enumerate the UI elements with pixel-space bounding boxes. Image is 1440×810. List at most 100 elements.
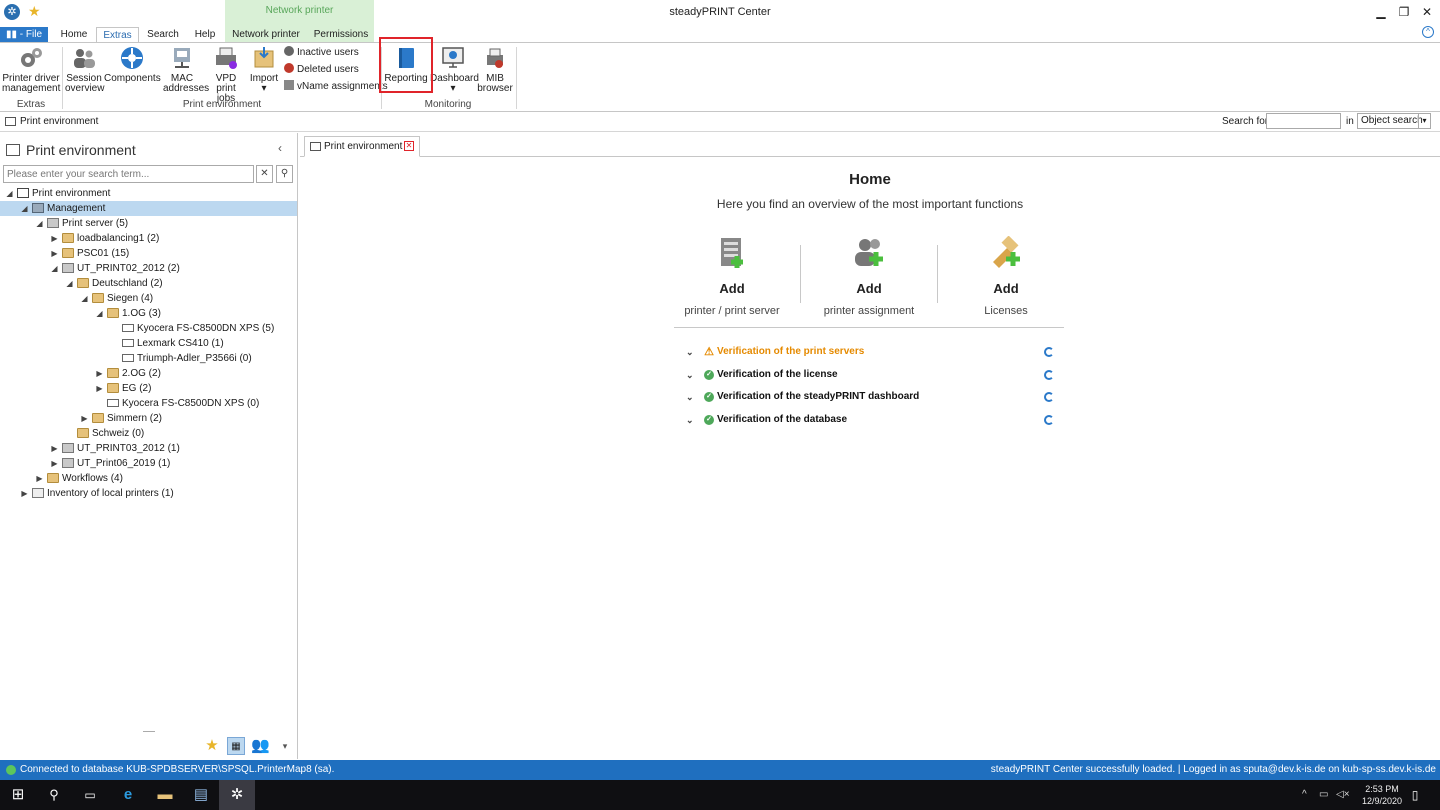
collapse-arrow-icon[interactable]: ◢ — [20, 201, 29, 216]
collapse-arrow-icon[interactable]: ◢ — [95, 306, 104, 321]
add-printer-server-card[interactable]: Add printer / print server — [667, 236, 797, 317]
tree-node[interactable]: ▶ loadbalancing1 (2) — [0, 231, 297, 246]
expand-arrow-icon[interactable]: ▶ — [95, 366, 104, 381]
tree-node[interactable]: ◢ Print server (5) — [0, 216, 297, 231]
tree-node[interactable]: ▶ EG (2) — [0, 381, 297, 396]
file-menu-button[interactable]: ▮▮ - File — [0, 27, 48, 42]
expand-arrow-icon[interactable]: ▶ — [20, 486, 29, 501]
favorites-star-icon[interactable]: ★ — [203, 737, 221, 755]
tab-print-environment[interactable]: Print environment ✕ — [304, 136, 420, 157]
expand-arrow-icon[interactable]: ▶ — [35, 471, 44, 486]
tree-node[interactable]: ▶ Inventory of local printers (1) — [0, 486, 297, 501]
notifications-icon[interactable]: ▯ — [1400, 780, 1430, 810]
expand-arrow-icon[interactable]: ▶ — [50, 456, 59, 471]
collapse-arrow-icon[interactable]: ◢ — [65, 276, 74, 291]
tree-node[interactable]: Lexmark CS410 (1) — [0, 336, 297, 351]
tree-node[interactable]: ◢ UT_PRINT02_2012 (2) — [0, 261, 297, 276]
collapse-arrow-icon[interactable]: ◢ — [35, 216, 44, 231]
print-environment-view-icon[interactable]: ▦ — [227, 737, 245, 755]
tab-extras[interactable]: Extras — [96, 27, 139, 43]
refresh-icon[interactable] — [1044, 369, 1054, 380]
verification-row[interactable]: ⌄ ✓ Verification of the steadyPRINT dashbo… — [686, 389, 1056, 405]
panel-title: Print environment — [26, 142, 136, 158]
tab-home[interactable]: Home — [56, 27, 92, 43]
expand-arrow-icon[interactable]: ▶ — [50, 246, 59, 261]
users-view-icon[interactable]: 👥 — [251, 737, 270, 755]
printer-driver-management-button[interactable]: Printer driver management — [2, 45, 60, 94]
close-button[interactable]: ✕ — [1416, 2, 1438, 22]
start-windows-icon[interactable]: ⊞ — [0, 780, 36, 810]
tree-node[interactable]: ▶ UT_Print06_2019 (1) — [0, 456, 297, 471]
refresh-icon[interactable] — [1044, 414, 1054, 425]
tree-node[interactable]: ◢ Print environment — [0, 186, 297, 201]
expand-arrow-icon[interactable]: ▶ — [95, 381, 104, 396]
tab-help[interactable]: Help — [188, 27, 222, 43]
file-explorer-icon[interactable]: ▬ — [147, 780, 183, 810]
verification-row[interactable]: ⌄ ⚠ Verification of the print servers — [686, 344, 1056, 360]
verification-row[interactable]: ⌄ ✓ Verification of the database — [686, 412, 1056, 428]
collapse-panel-icon[interactable]: ‹ — [278, 141, 282, 155]
tree-node[interactable]: ◢ 1.OG (3) — [0, 306, 297, 321]
tree-node[interactable]: ▶ PSC01 (15) — [0, 246, 297, 261]
collapse-arrow-icon[interactable]: ◢ — [5, 186, 14, 201]
more-views-dropdown-icon[interactable]: ▾ — [276, 737, 294, 755]
expand-arrow-icon[interactable]: ▶ — [50, 231, 59, 246]
refresh-icon[interactable] — [1044, 392, 1054, 402]
chevron-down-icon[interactable]: ⌄ — [686, 367, 694, 383]
vpd-print-jobs-button[interactable]: VPD print jobs — [205, 45, 247, 104]
internet-explorer-icon[interactable]: e — [110, 780, 146, 810]
network-icon[interactable]: ▭ — [1319, 789, 1328, 800]
add-printer-assignment-card[interactable]: Add printer assignment — [804, 236, 934, 317]
collapse-arrow-icon[interactable]: ◢ — [50, 261, 59, 276]
clear-search-icon[interactable]: ✕ — [256, 165, 273, 183]
tree-node[interactable]: ▶ 2.OG (2) — [0, 366, 297, 381]
dashboard-button[interactable]: Dashboard ▾ — [430, 45, 479, 94]
vname-assignments-button[interactable]: vName assignments — [284, 80, 388, 94]
mac-addresses-button[interactable]: MAC addresses — [163, 45, 209, 94]
expand-arrow-icon[interactable]: ▶ — [80, 411, 89, 426]
server-manager-icon[interactable]: ▤ — [183, 780, 219, 810]
volume-icon[interactable]: ◁× — [1336, 789, 1350, 800]
components-button[interactable]: Components — [104, 45, 161, 84]
tab-permissions[interactable]: Permissions — [310, 27, 372, 43]
mib-browser-button[interactable]: MIB browser — [477, 45, 513, 94]
collapse-ribbon-icon[interactable]: ^ — [1422, 26, 1434, 38]
tab-search[interactable]: Search — [144, 27, 182, 43]
breadcrumb[interactable]: Print environment — [20, 116, 98, 127]
clock[interactable]: 2:53 PM 12/9/2020 — [1362, 783, 1402, 807]
chevron-down-icon[interactable]: ⌄ — [686, 389, 694, 405]
close-tab-icon[interactable]: ✕ — [404, 141, 414, 151]
minimize-button[interactable]: ▁ — [1370, 2, 1392, 22]
add-licenses-card[interactable]: Add Licenses — [941, 235, 1071, 317]
search-icon[interactable]: ⚲ — [36, 780, 72, 810]
tree-node[interactable]: ▶ UT_PRINT03_2012 (1) — [0, 441, 297, 456]
tree-node[interactable]: ◢ Siegen (4) — [0, 291, 297, 306]
tree-node[interactable]: Kyocera FS-C8500DN XPS (0) — [0, 396, 297, 411]
expand-arrow-icon[interactable]: ▶ — [50, 441, 59, 456]
tree-node[interactable]: Schweiz (0) — [0, 426, 297, 441]
tree-node[interactable]: ▶ Simmern (2) — [0, 411, 297, 426]
search-scope-select[interactable]: Object search ▾ — [1357, 113, 1431, 129]
session-overview-button[interactable]: Session overview — [65, 45, 104, 94]
restore-button[interactable]: ❐ — [1393, 2, 1415, 22]
tree-node[interactable]: ◢ Management — [0, 201, 297, 216]
tree-node[interactable]: ◢ Deutschland (2) — [0, 276, 297, 291]
search-icon[interactable]: ⚲ — [276, 165, 293, 183]
inactive-users-button[interactable]: Inactive users — [284, 46, 359, 60]
deleted-users-button[interactable]: Deleted users — [284, 63, 359, 77]
tree-search-input[interactable]: Please enter your search term... — [3, 165, 254, 183]
import-button[interactable]: Import ▾ — [248, 45, 280, 94]
chevron-down-icon[interactable]: ⌄ — [686, 412, 694, 428]
tree-node[interactable]: ▶ Workflows (4) — [0, 471, 297, 486]
tab-network-printer[interactable]: Network printer — [228, 27, 304, 43]
chevron-down-icon[interactable]: ⌄ — [686, 344, 694, 360]
search-input[interactable] — [1266, 113, 1341, 129]
task-view-icon[interactable]: ▭ — [72, 780, 108, 810]
steadyprint-taskbar-icon[interactable]: ✲ — [219, 780, 255, 810]
collapse-arrow-icon[interactable]: ◢ — [80, 291, 89, 306]
tree-node[interactable]: Triumph-Adler_P3566i (0) — [0, 351, 297, 366]
verification-row[interactable]: ⌄ ✓ Verification of the license — [686, 367, 1056, 383]
tree-node[interactable]: Kyocera FS-C8500DN XPS (5) — [0, 321, 297, 336]
tray-chevron-icon[interactable]: ^ — [1302, 789, 1307, 800]
refresh-icon[interactable] — [1044, 347, 1054, 357]
